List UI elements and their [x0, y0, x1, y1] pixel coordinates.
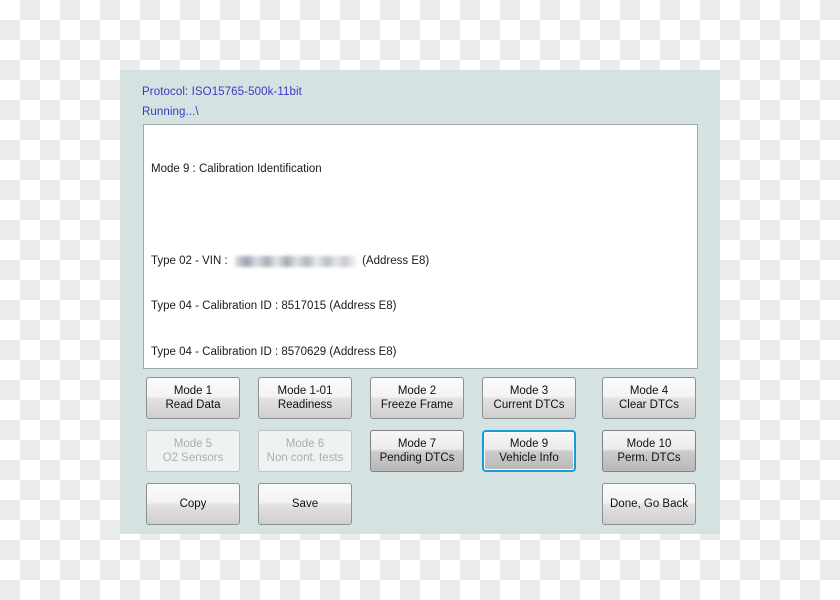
- mode-1-line-1: Mode 1: [173, 385, 213, 397]
- mode-10-line-1: Mode 10: [626, 438, 672, 450]
- mode-4-clear-dtcs-button[interactable]: Mode 4 Clear DTCs: [602, 377, 696, 419]
- copy-button-label: Copy: [179, 498, 207, 510]
- mode-7-line-2: Pending DTCs: [379, 452, 455, 464]
- mode-7-pending-dtcs-button[interactable]: Mode 7 Pending DTCs: [370, 430, 464, 472]
- mode-1-01-line-1: Mode 1-01: [277, 385, 333, 397]
- copy-button[interactable]: Copy: [146, 483, 240, 525]
- mode-2-line-2: Freeze Frame: [380, 399, 454, 411]
- output-line-vin: Type 02 - VIN : (Address E8): [151, 254, 691, 269]
- output-spacer: [151, 208, 691, 223]
- mode-3-current-dtcs-button[interactable]: Mode 3 Current DTCs: [482, 377, 576, 419]
- protocol-status-label: Protocol: ISO15765-500k-11bit: [142, 86, 302, 98]
- mode-2-line-1: Mode 2: [397, 385, 437, 397]
- mode-10-permanent-dtcs-button[interactable]: Mode 10 Perm. DTCs: [602, 430, 696, 472]
- mode-9-line-2: Vehicle Info: [499, 452, 559, 464]
- done-go-back-button[interactable]: Done, Go Back: [602, 483, 696, 525]
- mode-4-line-1: Mode 4: [629, 385, 669, 397]
- mode-3-line-1: Mode 3: [509, 385, 549, 397]
- vin-redaction-block: [232, 255, 357, 267]
- mode-9-line-1: Mode 9: [509, 438, 549, 450]
- mode-1-read-data-button[interactable]: Mode 1 Read Data: [146, 377, 240, 419]
- mode-1-01-readiness-button[interactable]: Mode 1-01 Readiness: [258, 377, 352, 419]
- save-button-label: Save: [291, 498, 319, 510]
- vin-line-suffix: (Address E8): [358, 254, 430, 267]
- done-go-back-label: Done, Go Back: [610, 498, 688, 510]
- mode-6-line-1: Mode 6: [285, 438, 325, 450]
- output-text-content: Mode 9 : Calibration Identification Type…: [144, 125, 697, 368]
- mode-1-line-2: Read Data: [165, 399, 221, 411]
- mode-6-line-2: Non cont. tests: [266, 452, 344, 464]
- save-button[interactable]: Save: [258, 483, 352, 525]
- mode-5-o2-sensors-button: Mode 5 O2 Sensors: [146, 430, 240, 472]
- output-text-area[interactable]: Mode 9 : Calibration Identification Type…: [143, 124, 698, 369]
- mode-9-vehicle-info-button[interactable]: Mode 9 Vehicle Info: [482, 430, 576, 472]
- output-line-cal-id-1: Type 04 - Calibration ID : 8517015 (Addr…: [151, 300, 397, 313]
- mode-3-line-2: Current DTCs: [493, 399, 565, 411]
- mode-7-line-1: Mode 7: [397, 438, 437, 450]
- vin-line-prefix: Type 02 - VIN :: [151, 254, 231, 267]
- mode-1-01-line-2: Readiness: [277, 399, 333, 411]
- mode-6-non-continuous-tests-button: Mode 6 Non cont. tests: [258, 430, 352, 472]
- mode-5-line-2: O2 Sensors: [162, 452, 224, 464]
- output-line-cal-id-2: Type 04 - Calibration ID : 8570629 (Addr…: [151, 345, 397, 358]
- mode-2-freeze-frame-button[interactable]: Mode 2 Freeze Frame: [370, 377, 464, 419]
- obd-tool-panel: Protocol: ISO15765-500k-11bit Running...…: [120, 70, 720, 534]
- mode-10-line-2: Perm. DTCs: [617, 452, 681, 464]
- mode-5-line-1: Mode 5: [173, 438, 213, 450]
- mode-4-line-2: Clear DTCs: [618, 399, 680, 411]
- running-status-label: Running...\: [142, 106, 199, 118]
- output-title-line: Mode 9 : Calibration Identification: [151, 163, 322, 176]
